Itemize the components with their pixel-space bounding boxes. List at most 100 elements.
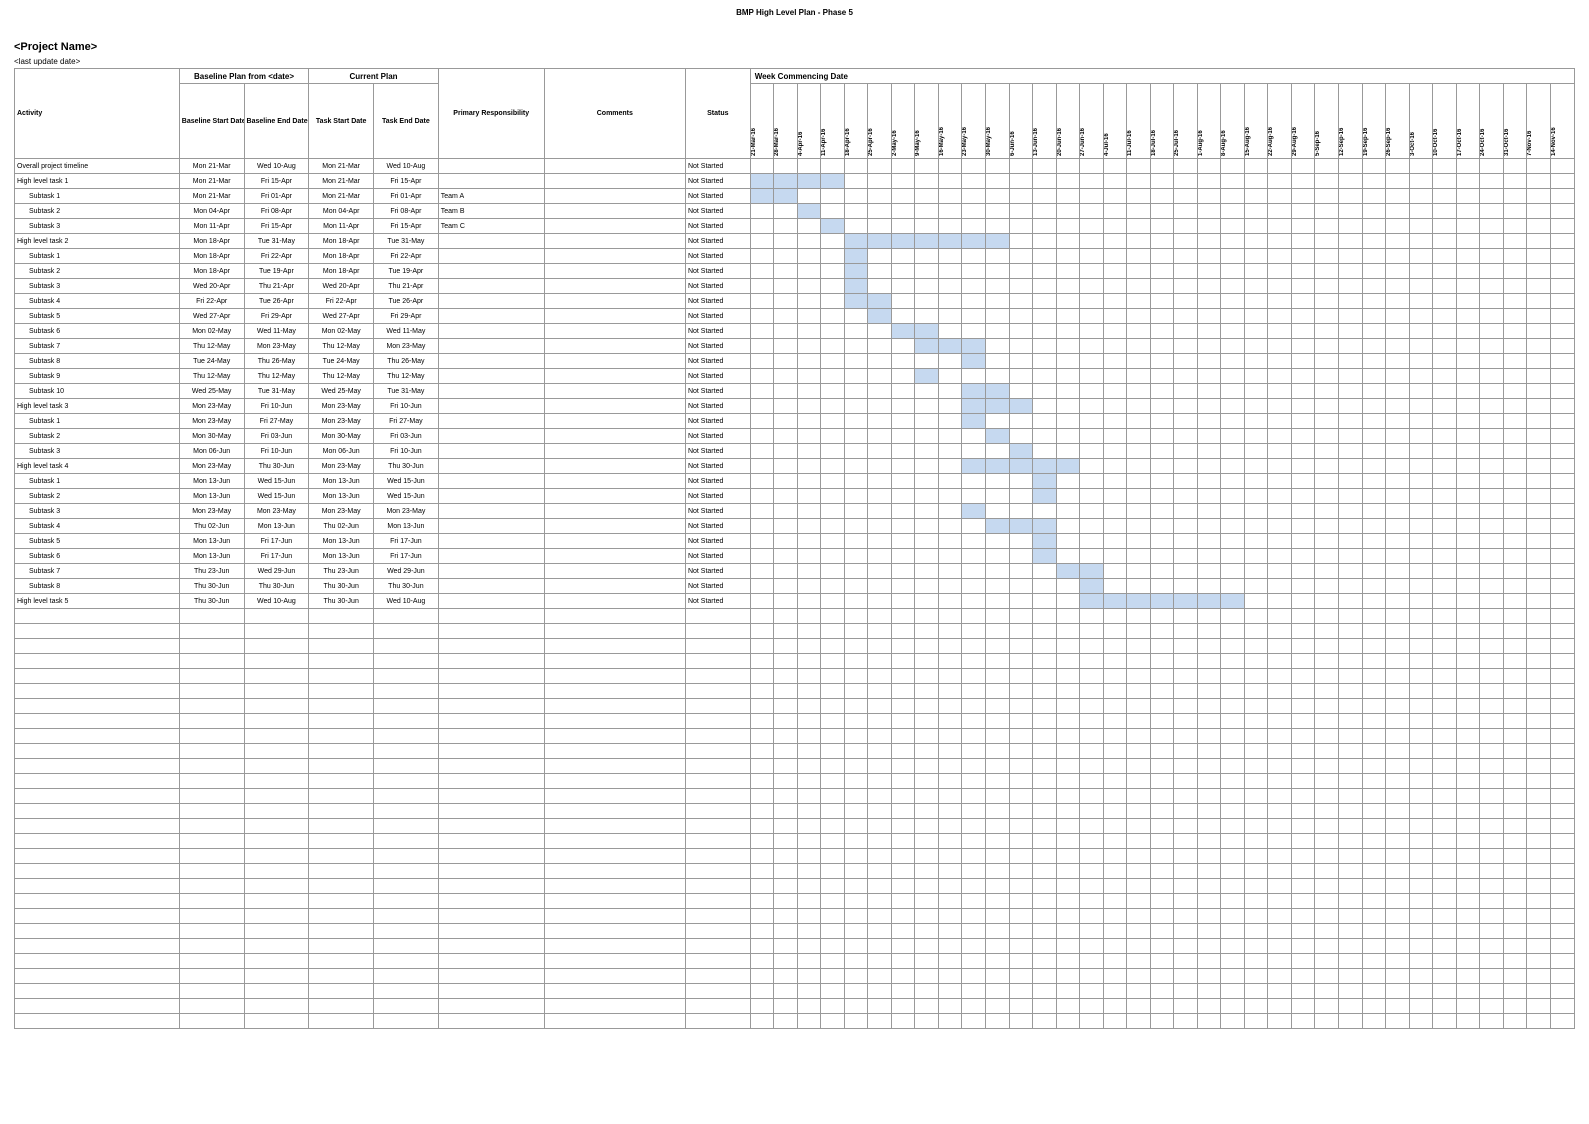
gantt-cell <box>938 879 962 894</box>
gantt-cell <box>891 624 915 639</box>
gantt-cell <box>1456 414 1480 429</box>
gantt-cell <box>1221 234 1245 249</box>
gantt-cell <box>1527 714 1551 729</box>
gantt-cell <box>1009 339 1033 354</box>
gantt-cell <box>1150 789 1174 804</box>
gantt-cell <box>1197 174 1221 189</box>
gantt-cell <box>1056 654 1080 669</box>
gantt-cell <box>1056 669 1080 684</box>
gantt-cell <box>774 894 798 909</box>
gantt-cell <box>1056 594 1080 609</box>
gantt-cell <box>1315 474 1339 489</box>
gantt-cell <box>1009 564 1033 579</box>
gantt-cell <box>938 264 962 279</box>
gantt-cell <box>1527 504 1551 519</box>
gantt-cell <box>1409 969 1433 984</box>
gantt-bar <box>845 279 868 293</box>
gantt-cell <box>1080 579 1104 594</box>
gantt-cell <box>750 609 774 624</box>
activity-cell <box>15 984 180 999</box>
gantt-cell <box>1221 384 1245 399</box>
gantt-cell <box>1268 429 1292 444</box>
week-header: 20-Jun-16 <box>1056 84 1080 159</box>
gantt-cell <box>1221 249 1245 264</box>
gantt-cell <box>1244 729 1268 744</box>
gantt-cell <box>774 579 798 594</box>
gantt-cell <box>1150 459 1174 474</box>
gantt-cell <box>1197 204 1221 219</box>
gantt-cell <box>1221 309 1245 324</box>
gantt-cell <box>1150 294 1174 309</box>
gantt-cell <box>844 819 868 834</box>
gantt-cell <box>1550 399 1574 414</box>
gantt-cell <box>1315 954 1339 969</box>
gantt-cell <box>1103 594 1127 609</box>
week-header: 10-Oct-16 <box>1433 84 1457 159</box>
week-header: 9-May-16 <box>915 84 939 159</box>
gantt-cell <box>1056 834 1080 849</box>
gantt-cell <box>1315 939 1339 954</box>
gantt-bar <box>1057 564 1080 578</box>
gantt-cell <box>1103 399 1127 414</box>
gantt-cell <box>1456 444 1480 459</box>
gantt-cell <box>1268 834 1292 849</box>
gantt-cell <box>1009 414 1033 429</box>
gantt-cell <box>1103 774 1127 789</box>
gantt-cell <box>1150 474 1174 489</box>
date-cell: Thu 02-Jun <box>179 519 244 534</box>
gantt-cell <box>1080 864 1104 879</box>
gantt-cell <box>1174 159 1198 174</box>
gantt-cell <box>1386 264 1410 279</box>
gantt-cell <box>868 939 892 954</box>
gantt-cell <box>1174 789 1198 804</box>
gantt-cell <box>891 414 915 429</box>
gantt-cell <box>938 249 962 264</box>
comments-cell <box>544 429 685 444</box>
gantt-cell <box>1409 249 1433 264</box>
activity-cell: Subtask 2 <box>15 264 180 279</box>
gantt-cell <box>1503 264 1527 279</box>
gantt-cell <box>915 339 939 354</box>
gantt-cell <box>1174 744 1198 759</box>
activity-cell <box>15 969 180 984</box>
gantt-cell <box>1362 609 1386 624</box>
gantt-cell <box>1033 414 1057 429</box>
date-cell <box>309 759 374 774</box>
gantt-cell <box>844 444 868 459</box>
gantt-cell <box>1080 714 1104 729</box>
gantt-cell <box>938 654 962 669</box>
gantt-cell <box>1527 939 1551 954</box>
gantt-cell <box>962 924 986 939</box>
table-row: Subtask 8Tue 24-MayThu 26-MayTue 24-MayT… <box>15 354 1575 369</box>
gantt-cell <box>1244 534 1268 549</box>
gantt-cell <box>938 969 962 984</box>
gantt-cell <box>1103 504 1127 519</box>
gantt-cell <box>1386 699 1410 714</box>
date-cell <box>374 849 439 864</box>
gantt-cell <box>1409 609 1433 624</box>
gantt-bar <box>892 234 915 248</box>
comments-cell <box>544 414 685 429</box>
gantt-cell <box>844 744 868 759</box>
gantt-cell <box>938 774 962 789</box>
gantt-cell <box>1127 939 1151 954</box>
gantt-cell <box>1291 669 1315 684</box>
gantt-cell <box>962 609 986 624</box>
gantt-cell <box>1456 549 1480 564</box>
activity-cell <box>15 774 180 789</box>
status-cell: Not Started <box>685 429 750 444</box>
gantt-cell <box>844 714 868 729</box>
gantt-cell <box>1268 984 1292 999</box>
activity-cell: Subtask 6 <box>15 549 180 564</box>
gantt-cell <box>891 159 915 174</box>
gantt-cell <box>844 459 868 474</box>
gantt-cell <box>1338 369 1362 384</box>
gantt-cell <box>1338 519 1362 534</box>
gantt-cell <box>1503 174 1527 189</box>
gantt-cell <box>1244 819 1268 834</box>
week-header: 22-Aug-16 <box>1268 84 1292 159</box>
gantt-cell <box>962 564 986 579</box>
gantt-cell <box>1268 174 1292 189</box>
activity-cell <box>15 639 180 654</box>
date-cell: Thu 30-Jun <box>179 594 244 609</box>
